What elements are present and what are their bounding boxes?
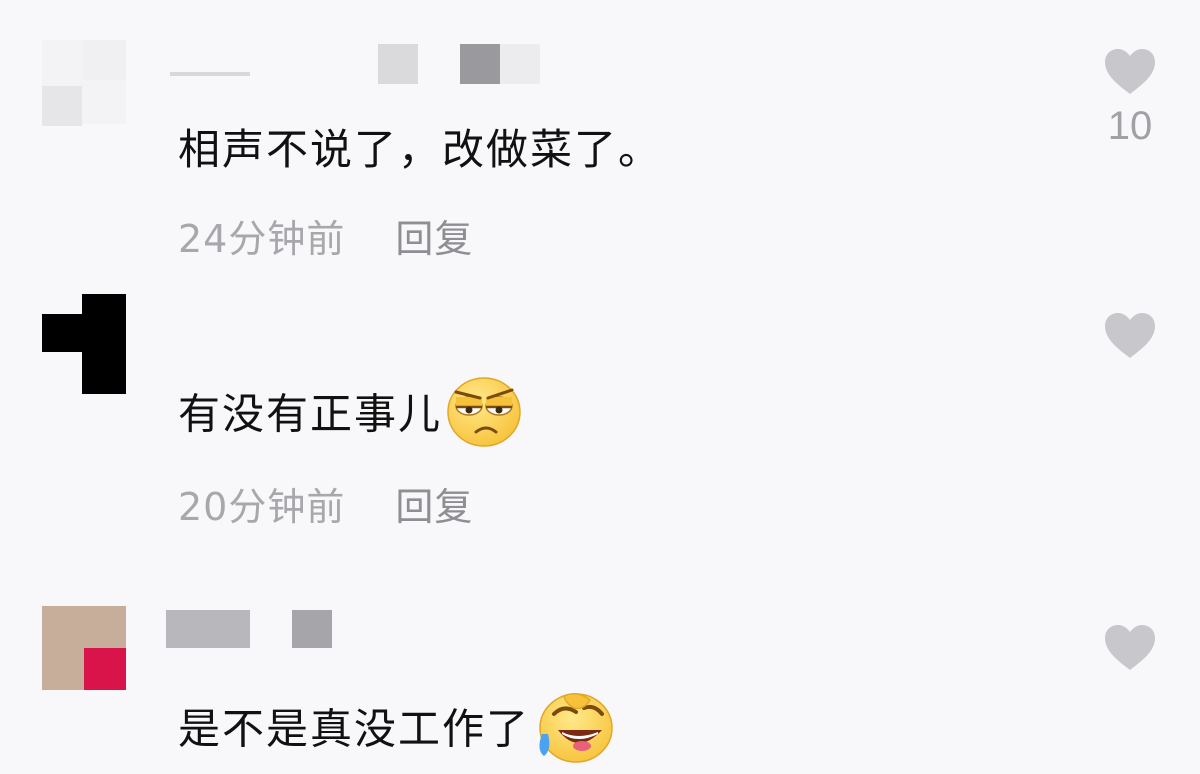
username-redacted xyxy=(292,610,332,648)
comment-text: 是不是真没工作了 xyxy=(178,690,614,774)
heart-icon xyxy=(1105,625,1155,670)
avatar[interactable] xyxy=(42,606,126,690)
username-redacted[interactable] xyxy=(166,610,250,648)
like-button[interactable] xyxy=(1102,624,1158,672)
rolling-laughing-face-icon xyxy=(534,690,614,774)
comment-item: 是不是真没工作了 xyxy=(0,0,1200,774)
